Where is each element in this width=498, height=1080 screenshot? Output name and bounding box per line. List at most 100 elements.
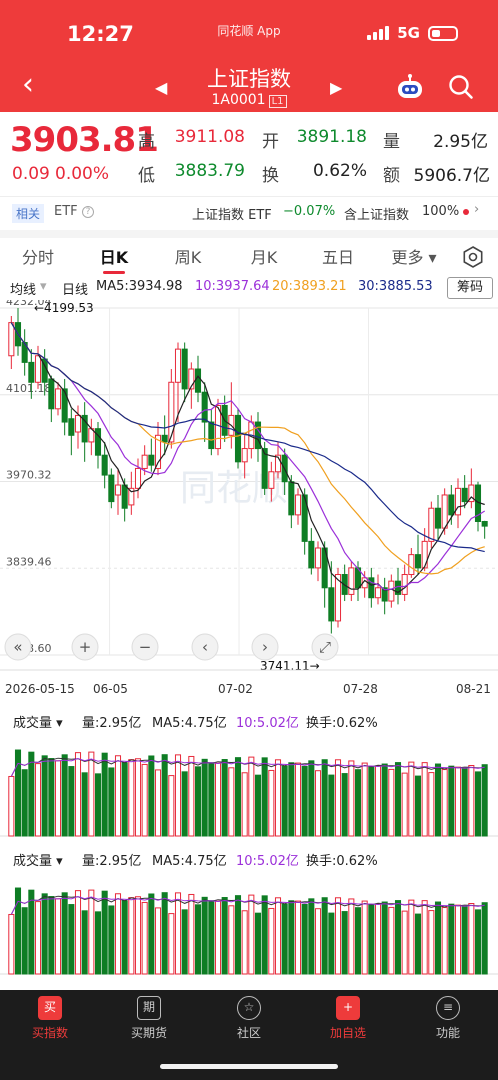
volume-bar-up — [408, 899, 415, 975]
tab-more[interactable]: 更多 ▾ — [384, 244, 444, 268]
volume-bar-up — [441, 769, 448, 837]
community-icon: ☆ — [237, 996, 261, 1020]
holding-label: 含上证指数 — [344, 208, 410, 223]
fullscreen-icon[interactable]: ⤢ — [319, 638, 332, 656]
volume-bar-down — [101, 752, 108, 837]
volume-bar-up — [34, 901, 42, 975]
volume-value-label-2: 量:2.95亿 — [82, 854, 142, 869]
tab-weekly-k[interactable]: 周K — [158, 244, 218, 268]
volume-bar-up — [8, 775, 15, 837]
turnover-value: 0.62% — [312, 161, 367, 181]
candlestick-chart[interactable]: 同花顺4232.044101.183970.323839.463708.60←4… — [0, 300, 498, 678]
volume-bar-down — [48, 896, 55, 975]
nav-buy-futures-label: 买期货 — [130, 1026, 167, 1040]
search-icon[interactable] — [448, 74, 474, 100]
volume-bar-down — [414, 913, 422, 975]
nav-community[interactable]: ☆ 社区 — [209, 996, 289, 1041]
tab-intraday[interactable]: 分时 — [8, 244, 68, 268]
zoom-out-icon[interactable]: − — [139, 638, 152, 656]
candle-down — [48, 378, 55, 410]
settings-icon[interactable] — [462, 246, 484, 268]
candle-down — [434, 507, 442, 529]
etf-name: 上证指数 ETF — [192, 208, 272, 223]
volume-chart-1[interactable] — [0, 730, 498, 838]
volume-bar-down — [94, 911, 102, 975]
info-icon[interactable]: ? — [82, 206, 94, 218]
network-type: 5G — [397, 24, 420, 42]
candle-up — [174, 348, 182, 383]
candle-up — [134, 467, 142, 489]
menu-icon: ≡ — [436, 996, 460, 1020]
nav-buy-index-label: 买指数 — [31, 1026, 68, 1040]
candle-down — [108, 474, 115, 503]
volume-bar-down — [381, 901, 388, 975]
volume-bar-down — [201, 896, 208, 975]
volume-bar-down — [161, 754, 168, 837]
volume-bar-down — [81, 910, 88, 975]
ma-type-selector[interactable]: 均线 — [10, 279, 36, 298]
candle-up — [314, 547, 322, 569]
candle-up — [348, 567, 355, 595]
volume-indicator-selector-2[interactable]: 成交量 ▾ — [13, 850, 63, 869]
volume-bar-down — [261, 757, 268, 837]
add-icon: + — [336, 996, 360, 1020]
y-axis-label: 3839.46 — [6, 555, 52, 568]
ma-period-label: 日线 — [62, 283, 89, 298]
volume-bar-down — [434, 901, 442, 975]
volume-bar-up — [228, 767, 235, 837]
zoom-in-icon[interactable]: + — [79, 638, 92, 656]
volume-bar-up — [174, 892, 182, 975]
section-gap — [0, 230, 498, 238]
volume-bar-up — [441, 907, 448, 975]
volume-bar-up — [214, 762, 222, 837]
volume-bar-up — [54, 898, 62, 975]
tab-monthly-k[interactable]: 月K — [234, 244, 294, 268]
volume-bar-up — [454, 904, 462, 975]
volume-chart-2[interactable] — [0, 868, 498, 976]
candle-down — [94, 428, 102, 456]
candle-down — [194, 368, 202, 393]
volume-bar-down — [121, 762, 128, 837]
candle-up — [374, 587, 382, 599]
tab-five-day[interactable]: 五日 — [308, 244, 368, 268]
etf-pct: −0.07% — [283, 204, 336, 219]
collapse-icon[interactable]: « — [13, 638, 22, 656]
volume-bar-down — [328, 774, 335, 837]
volume-bar-down — [308, 760, 315, 837]
volume-bar-up — [134, 896, 142, 975]
volume-bar-up — [268, 907, 275, 975]
nav-buy-futures[interactable]: 期 买期货 — [109, 996, 189, 1041]
scroll-right-icon[interactable]: › — [262, 638, 268, 656]
scroll-left-icon[interactable]: ‹ — [202, 638, 208, 656]
ma-dropdown-icon[interactable]: ▾ — [40, 279, 47, 294]
etf-tag: ETF — [54, 204, 78, 219]
volume-bar-up — [468, 903, 475, 975]
volume-bar-down — [341, 911, 348, 975]
volume-bar-up — [188, 755, 195, 837]
stock-code-text: 1A0001 — [211, 92, 266, 108]
buy-icon: 买 — [38, 996, 62, 1020]
volume-bar-up — [348, 760, 355, 837]
volume-indicator-selector[interactable]: 成交量 ▾ — [13, 712, 63, 731]
tab-daily-k[interactable]: 日K — [84, 244, 144, 268]
robot-assistant-icon[interactable] — [395, 74, 425, 102]
candle-down — [181, 348, 188, 390]
candle-up — [294, 494, 302, 516]
ma10-value: 10:3937.64 — [195, 279, 270, 294]
volume-bar-down — [448, 903, 455, 975]
date-label-start: 2026-05-15 — [5, 682, 75, 696]
tab-active-indicator — [103, 271, 125, 274]
candle-up — [268, 471, 275, 489]
volume-bar-down — [161, 892, 168, 975]
nav-add-watchlist[interactable]: + 加自选 — [308, 996, 388, 1041]
ma20-value: 20:3893.21 — [272, 279, 347, 294]
nav-functions[interactable]: ≡ 功能 — [408, 996, 488, 1041]
date-label-3: 07-02 — [218, 682, 253, 696]
candle-up — [114, 484, 122, 496]
turnover-rate-label-2: 换手:0.62% — [306, 854, 378, 869]
etf-row[interactable]: 相关 ETF ? 上证指数 ETF −0.07% 含上证指数 100% › — [0, 198, 498, 226]
nav-buy-index[interactable]: 买 买指数 — [10, 996, 90, 1041]
candle-down — [308, 540, 315, 569]
volume-bar-down — [254, 912, 262, 975]
chip-distribution-button[interactable]: 筹码 — [447, 277, 493, 299]
